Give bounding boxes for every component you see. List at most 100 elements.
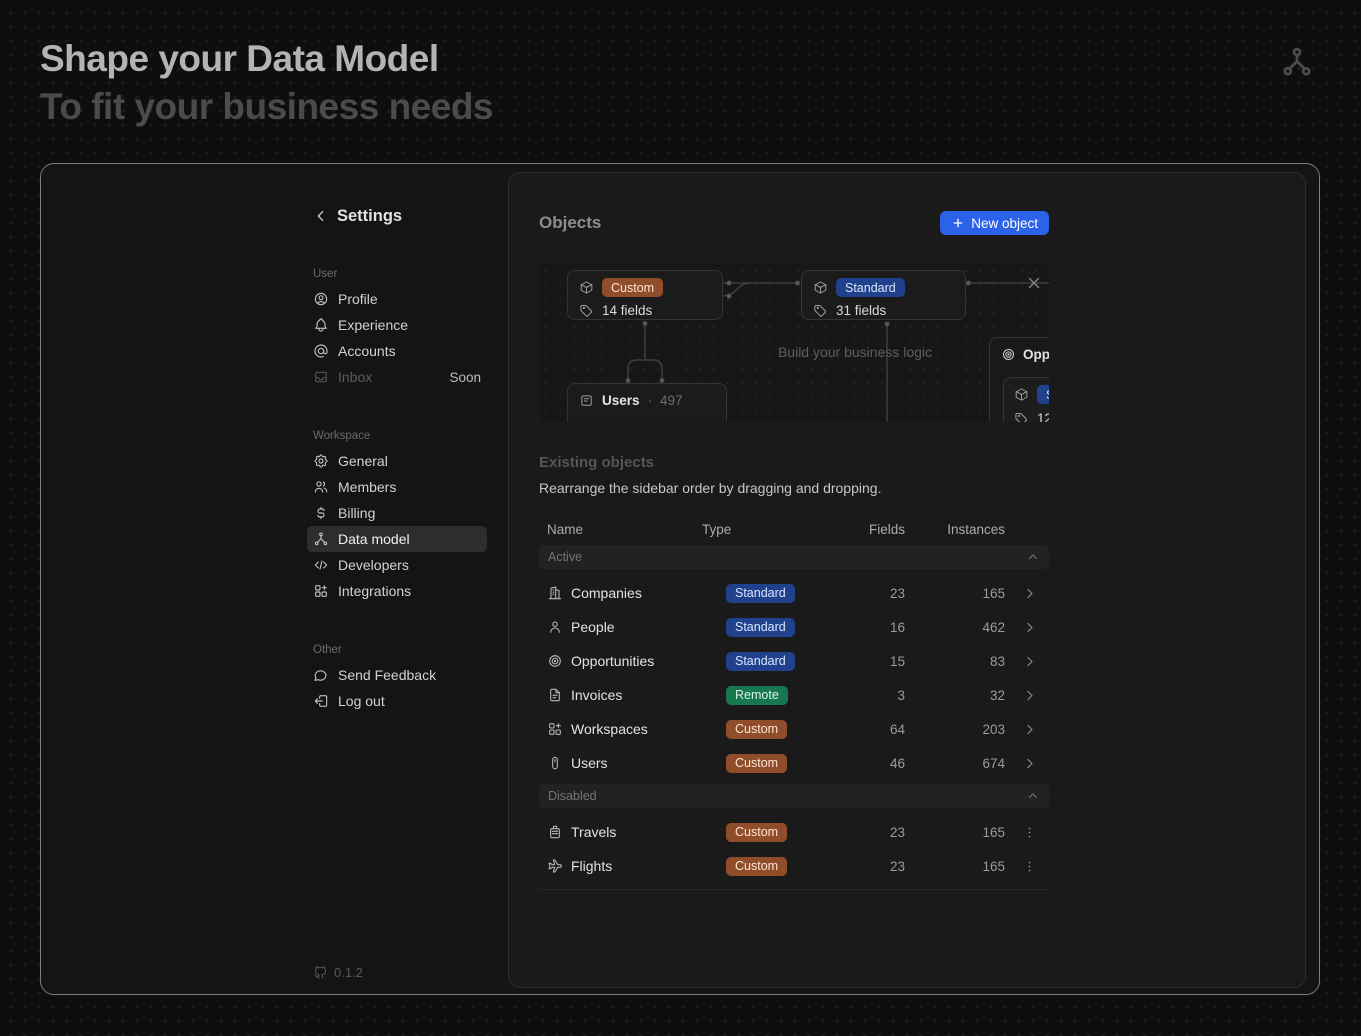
row-open-button[interactable] — [1011, 620, 1041, 635]
chevron-right-icon — [1022, 620, 1037, 635]
cube-icon — [579, 280, 594, 295]
sidebar-item-label: Profile — [338, 291, 378, 307]
table-row-users[interactable]: Users Custom 46 674 — [539, 746, 1049, 780]
row-instances: 462 — [905, 620, 1005, 635]
bell-icon — [313, 317, 329, 333]
type-badge: Standard — [836, 278, 905, 297]
sidebar-item-billing[interactable]: Billing — [307, 500, 487, 526]
table-row-workspaces[interactable]: Workspaces Custom 64 203 — [539, 712, 1049, 746]
diagram-node-opportunities[interactable]: Opportunities Standard 12 fields — [989, 337, 1049, 422]
row-fields: 23 — [856, 825, 905, 840]
type-badge: Standard — [1037, 385, 1049, 404]
sidebar-item-developers[interactable]: Developers — [307, 552, 487, 578]
row-name: Users — [571, 755, 726, 771]
section-label-other: Other — [313, 636, 481, 656]
tag-icon — [813, 303, 828, 318]
node-name: Users — [602, 393, 640, 408]
user-icon — [547, 619, 563, 635]
section-label-workspace: Workspace — [313, 422, 481, 442]
row-open-button[interactable] — [1011, 756, 1041, 771]
sidebar-item-experience[interactable]: Experience — [307, 312, 487, 338]
users-icon — [313, 479, 329, 495]
version-number: 0.1.2 — [334, 965, 363, 980]
table-row-companies[interactable]: Companies Standard 23 165 — [539, 576, 1049, 610]
row-name: People — [571, 619, 726, 635]
new-object-button[interactable]: New object — [940, 211, 1049, 235]
diagram-node-standard[interactable]: Standard 31 fields — [801, 270, 966, 320]
row-name: Workspaces — [571, 721, 726, 737]
row-name: Travels — [571, 824, 726, 840]
group-label: Disabled — [548, 789, 597, 803]
group-header-active[interactable]: Active — [539, 545, 1049, 569]
diagram-node-users[interactable]: Users · 497 — [567, 383, 727, 422]
type-badge: Custom — [726, 754, 787, 773]
chevron-up-icon[interactable] — [1026, 550, 1040, 564]
row-open-button[interactable] — [1011, 688, 1041, 703]
row-open-button[interactable] — [1011, 586, 1041, 601]
sidebar-item-general[interactable]: General — [307, 448, 487, 474]
tag-icon — [579, 303, 594, 318]
table-row-travels[interactable]: Travels Custom 23 165 — [539, 815, 1049, 849]
type-badge: Standard — [726, 652, 795, 671]
group-header-disabled[interactable]: Disabled — [539, 784, 1049, 808]
row-open-button[interactable] — [1011, 654, 1041, 669]
row-fields: 23 — [856, 586, 905, 601]
fields-count: 14 fields — [602, 303, 652, 318]
settings-back-button[interactable]: Settings — [313, 204, 481, 228]
table-row-flights[interactable]: Flights Custom 23 165 — [539, 849, 1049, 883]
table-row-invoices[interactable]: Invoices Remote 3 32 — [539, 678, 1049, 712]
table-row-people[interactable]: People Standard 16 462 — [539, 610, 1049, 644]
data-model-icon — [1280, 45, 1314, 79]
page: Shape your Data Model To fit your busine… — [0, 0, 1361, 1036]
sidebar-item-log-out[interactable]: Log out — [307, 688, 487, 714]
target-icon — [547, 653, 563, 669]
row-name: Flights — [571, 858, 726, 874]
chevron-up-icon[interactable] — [1026, 789, 1040, 803]
active-rows: Companies Standard 23 165 People Standar… — [539, 576, 1049, 780]
row-fields: 16 — [856, 620, 905, 635]
dollar-icon — [313, 505, 329, 521]
row-name: Companies — [571, 585, 726, 601]
sidebar-item-integrations[interactable]: Integrations — [307, 578, 487, 604]
row-fields: 23 — [856, 859, 905, 874]
row-open-button[interactable] — [1011, 722, 1041, 737]
sidebar-item-inbox: Inbox Soon — [307, 364, 487, 390]
row-fields: 64 — [856, 722, 905, 737]
sidebar-item-data-model[interactable]: Data model — [307, 526, 487, 552]
row-instances: 32 — [905, 688, 1005, 703]
fields-count: 31 fields — [836, 303, 886, 318]
file-icon — [547, 687, 563, 703]
settings-sidebar: Settings User Profile Experience Account… — [313, 204, 481, 714]
sidebar-item-profile[interactable]: Profile — [307, 286, 487, 312]
table-row-opportunities[interactable]: Opportunities Standard 15 83 — [539, 644, 1049, 678]
dots-vertical-icon — [1022, 859, 1037, 874]
hierarchy-icon — [313, 531, 329, 547]
row-menu-button[interactable] — [1011, 859, 1041, 874]
type-badge: Custom — [726, 823, 787, 842]
instance-count: 497 — [660, 393, 683, 408]
sidebar-item-label: Data model — [338, 531, 410, 547]
new-object-label: New object — [971, 216, 1038, 231]
row-fields: 46 — [856, 756, 905, 771]
sidebar-item-accounts[interactable]: Accounts — [307, 338, 487, 364]
row-menu-button[interactable] — [1011, 825, 1041, 840]
type-badge: Custom — [726, 720, 787, 739]
luggage-icon — [547, 824, 563, 840]
sidebar-item-label: Log out — [338, 693, 385, 709]
existing-objects-subtitle: Rearrange the sidebar order by dragging … — [539, 480, 1049, 496]
gear-icon — [313, 453, 329, 469]
sidebar-item-send-feedback[interactable]: Send Feedback — [307, 662, 487, 688]
row-fields: 3 — [856, 688, 905, 703]
inbox-icon — [313, 369, 329, 385]
cube-icon — [813, 280, 828, 295]
sidebar-item-label: Experience — [338, 317, 408, 333]
soon-badge: Soon — [449, 370, 481, 385]
group-label: Active — [548, 550, 582, 564]
diagram-node-custom[interactable]: Custom 14 fields — [567, 270, 723, 320]
sidebar-item-members[interactable]: Members — [307, 474, 487, 500]
sidebar-item-label: Members — [338, 479, 396, 495]
chevron-right-icon — [1022, 586, 1037, 601]
data-model-diagram[interactable]: Custom 14 fields Standard — [539, 264, 1049, 422]
row-instances: 165 — [905, 825, 1005, 840]
disabled-rows: Travels Custom 23 165 Flights Custom 23 … — [539, 815, 1049, 883]
